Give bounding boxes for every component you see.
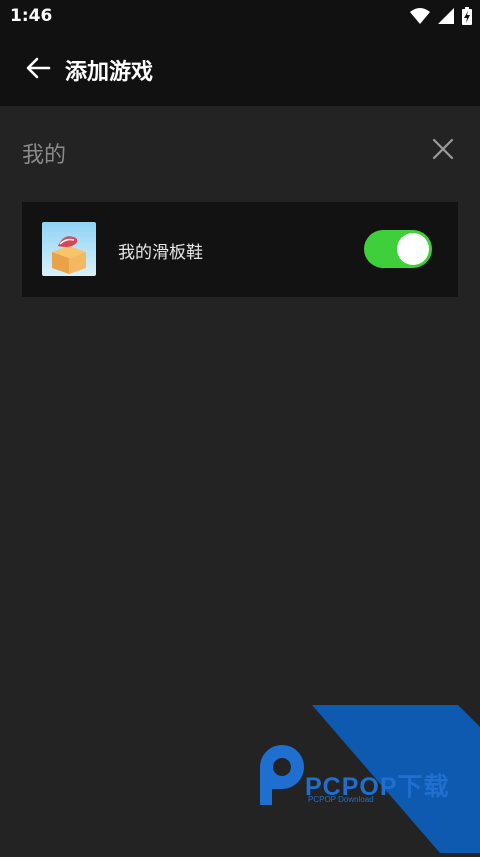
back-button[interactable]	[22, 54, 54, 86]
status-time: 1:46	[10, 6, 53, 26]
game-enable-toggle[interactable]	[364, 230, 432, 268]
wifi-icon	[410, 8, 430, 28]
game-thumbnail	[42, 222, 96, 276]
status-icons	[410, 7, 472, 29]
watermark: PCPOP下载 PCPOP Download	[250, 705, 480, 853]
battery-charging-icon	[462, 7, 472, 29]
game-name: 我的滑板鞋	[118, 243, 203, 263]
close-button[interactable]	[428, 136, 458, 166]
section-label: 我的	[22, 143, 67, 168]
app-bar: 添加游戏	[0, 32, 480, 106]
arrow-left-icon	[25, 57, 51, 83]
watermark-logo-icon	[260, 745, 304, 805]
signal-icon	[438, 8, 454, 28]
game-card: 我的滑板鞋	[22, 202, 458, 297]
close-icon	[432, 138, 454, 164]
watermark-subtext: PCPOP Download	[308, 795, 374, 804]
status-bar: 1:46	[0, 0, 480, 32]
toggle-knob	[397, 233, 429, 265]
page-title: 添加游戏	[65, 60, 154, 85]
